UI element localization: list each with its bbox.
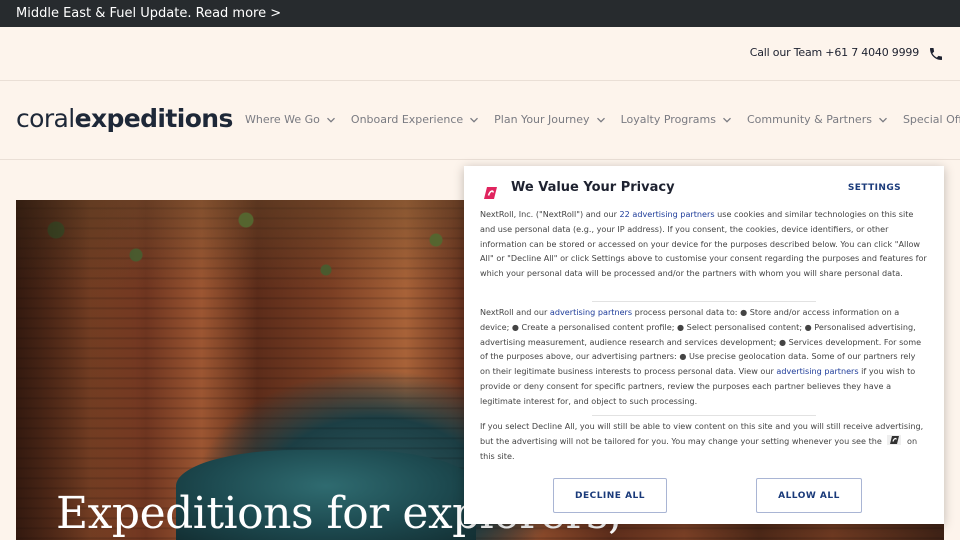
- consent-title: We Value Your Privacy: [511, 180, 675, 195]
- chevron-down-icon: [326, 117, 335, 123]
- nav-item-label: Plan Your Journey: [494, 113, 590, 126]
- nav-item-label: Onboard Experience: [350, 113, 464, 126]
- logo-text-expeditions: expeditions: [74, 104, 234, 133]
- chevron-down-icon: [878, 117, 887, 123]
- nav-item-loyalty-programs[interactable]: Loyalty Programs: [621, 113, 732, 126]
- logo-text-coral: coral: [16, 104, 75, 133]
- advertising-partners-link[interactable]: advertising partners: [776, 366, 858, 376]
- nav-item-plan-your-journey[interactable]: Plan Your Journey: [494, 113, 605, 126]
- nav-item-label: Loyalty Programs: [620, 113, 716, 126]
- consent-paragraph-1: NextRoll, Inc. ("NextRoll") and our 22 a…: [480, 207, 928, 281]
- nav-item-label: Community & Partners: [747, 113, 872, 126]
- chevron-down-icon: [470, 117, 479, 123]
- consent-paragraph-2: NextRoll and our advertising partners pr…: [480, 305, 928, 409]
- announcement-link[interactable]: Middle East & Fuel Update. Read more >: [16, 6, 281, 21]
- privacy-consent-dialog: We Value Your Privacy SETTINGS NextRoll,…: [464, 166, 944, 524]
- main-navbar: coralexpeditions Where We Go Onboard Exp…: [0, 82, 960, 160]
- settings-button[interactable]: SETTINGS: [848, 183, 901, 193]
- divider: [592, 415, 816, 416]
- consent-text: If you select Decline All, you will stil…: [480, 421, 924, 446]
- chevron-down-icon: [596, 117, 605, 123]
- nextroll-settings-icon[interactable]: [887, 434, 902, 445]
- advertising-partners-link[interactable]: advertising partners: [550, 307, 632, 317]
- phone-icon[interactable]: [928, 46, 944, 62]
- nav-item-label: Where We Go: [245, 113, 320, 126]
- nav-item-where-we-go[interactable]: Where We Go: [245, 113, 336, 126]
- divider: [592, 301, 816, 302]
- nav-item-onboard-experience[interactable]: Onboard Experience: [351, 113, 479, 126]
- consent-paragraph-3: If you select Decline All, you will stil…: [480, 419, 928, 463]
- consent-text: use cookies and similar technologies on …: [480, 209, 927, 279]
- announcement-bar[interactable]: Middle East & Fuel Update. Read more >: [0, 0, 960, 27]
- chevron-down-icon: [723, 117, 731, 123]
- advertising-partners-link[interactable]: 22 advertising partners: [620, 209, 715, 219]
- consent-text: NextRoll and our: [480, 307, 550, 317]
- nextroll-logo-icon: [484, 187, 497, 199]
- nav-item-special-offers[interactable]: Special Offers: [903, 113, 960, 126]
- contact-bar: Call our Team +61 7 4040 9999: [0, 27, 960, 81]
- call-team-link[interactable]: Call our Team +61 7 4040 9999: [750, 46, 919, 59]
- coral-expeditions-logo[interactable]: coralexpeditions: [16, 104, 233, 133]
- allow-all-button[interactable]: ALLOW ALL: [756, 478, 862, 513]
- main-nav: Where We Go Onboard Experience Plan Your…: [245, 113, 960, 126]
- consent-text: NextRoll, Inc. ("NextRoll") and our: [480, 209, 620, 219]
- nav-item-community-partners[interactable]: Community & Partners: [747, 113, 888, 126]
- nav-item-label: Special Offers: [902, 113, 960, 126]
- decline-all-button[interactable]: DECLINE ALL: [553, 478, 667, 513]
